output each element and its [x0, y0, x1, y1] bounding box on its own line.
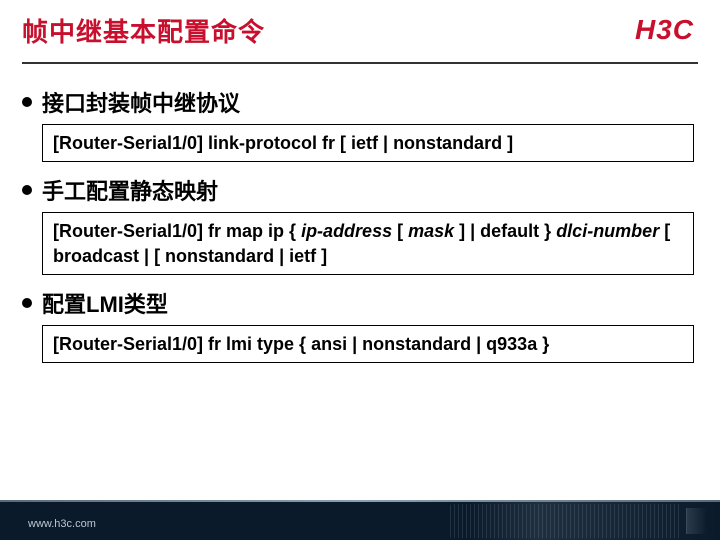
command-box-2: [Router-Serial1/0] fr map ip { ip-addres…: [42, 212, 694, 275]
slide: 帧中继基本配置命令 H3C 接口封装帧中继协议 [Router-Serial1/…: [0, 0, 720, 540]
bullet-1: 接口封装帧中继协议: [22, 86, 698, 118]
footer-url: www.h3c.com: [28, 518, 96, 530]
bullet-dot-icon: [22, 97, 32, 107]
bullet-1-text: 接口封装帧中继协议: [42, 86, 240, 118]
bullet-3: 配置LMI类型: [22, 287, 698, 319]
bullet-dot-icon: [22, 298, 32, 308]
command-box-3: [Router-Serial1/0] fr lmi type { ansi | …: [42, 325, 694, 363]
slide-title: 帧中继基本配置命令: [22, 12, 265, 49]
command-2-seg1: [Router-Serial1/0] fr map ip {: [53, 221, 301, 241]
footer-decoration: [450, 504, 680, 538]
footer-decoration-end: [686, 508, 708, 534]
command-2-dlci: dlci-number: [556, 221, 659, 241]
bullet-2: 手工配置静态映射: [22, 174, 698, 206]
bullet-2-text: 手工配置静态映射: [42, 174, 218, 206]
bullet-dot-icon: [22, 185, 32, 195]
content-area: 接口封装帧中继协议 [Router-Serial1/0] link-protoc…: [0, 64, 720, 363]
bullet-3-text: 配置LMI类型: [42, 287, 168, 319]
header: 帧中继基本配置命令 H3C: [0, 0, 720, 56]
command-3-text: [Router-Serial1/0] fr lmi type { ansi | …: [53, 334, 549, 354]
brand-logo: H3C: [635, 14, 694, 46]
command-1-text: [Router-Serial1/0] link-protocol fr [ ie…: [53, 133, 513, 153]
command-2-seg3: ] | default }: [454, 221, 556, 241]
command-2-ipaddr: ip-address: [301, 221, 392, 241]
command-box-1: [Router-Serial1/0] link-protocol fr [ ie…: [42, 124, 694, 162]
footer-bar: www.h3c.com: [0, 500, 720, 540]
command-2-seg2: [: [392, 221, 408, 241]
command-2-mask: mask: [408, 221, 454, 241]
